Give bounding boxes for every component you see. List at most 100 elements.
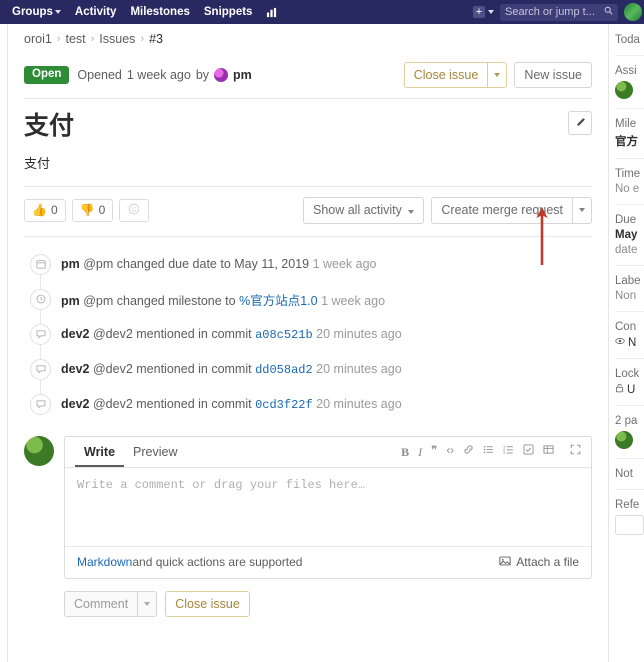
italic-icon[interactable]: I [418,446,422,458]
sidebar-block-time-tracking[interactable]: Time No e [615,168,644,205]
comment-submit-row: Comment Close issue [24,579,592,617]
reaction-thumbsdown[interactable]: 👎 0 [71,198,114,222]
search-input[interactable]: Search or jump t... [500,3,618,21]
author-avatar[interactable] [214,68,229,83]
tab-write[interactable]: Write [75,438,125,467]
markdown-help-link[interactable]: Markdown [77,555,132,569]
sidebar-label-lock: Lock [615,368,640,380]
comment-button[interactable]: Comment [64,590,138,617]
nav-item-snippets[interactable]: Snippets [204,6,253,18]
breadcrumb-item-group[interactable]: oroi1 [24,32,52,46]
quote-icon[interactable]: ❞ [431,445,437,458]
opened-by-label: by [195,68,210,83]
sidebar-block-notifications[interactable]: Not [615,468,644,490]
issue-description: 支付 [24,141,592,188]
activity-handle: @dev2 [92,396,133,411]
nav-item-activity-label: Activity [74,6,117,18]
activity-item: dev2 @dev2 mentioned in commit a08c521b … [24,317,592,352]
code-icon[interactable]: ‹› [446,445,454,458]
assignee-avatar[interactable] [615,81,633,99]
reaction-thumbsup[interactable]: 👍 0 [24,198,66,222]
issue-actions: Close issue New issue [403,62,592,89]
activity-item-text: pm @pm changed due date to May 11, 2019 … [61,257,377,271]
svg-text:3: 3 [503,450,505,455]
reference-input[interactable] [615,515,644,535]
sidebar-block-due-date[interactable]: Due May date [615,214,644,266]
comment-editor: Write Preview B I ❞ ‹› 1 2 3 Write a com… [64,435,592,579]
nav-item-activity[interactable]: Activity [75,6,117,18]
navbar-right: + Search or jump t... [473,0,644,24]
activity-user[interactable]: pm [61,294,80,308]
activity-user[interactable]: dev2 [61,327,90,341]
comment-dropdown-toggle[interactable] [137,590,158,617]
add-reaction-button[interactable] [119,198,150,222]
breadcrumb-separator: › [90,33,95,45]
activity-filter-dropdown[interactable]: Show all activity [302,197,425,224]
sidebar-block-labels[interactable]: Labe Non [615,275,644,312]
tab-preview[interactable]: Preview [124,438,186,467]
new-issue-button[interactable]: New issue [514,62,592,89]
sidebar-block-todo[interactable]: Toda [615,34,644,56]
sidebar-block-confidentiality[interactable]: Con N [615,321,644,359]
participant-avatar[interactable] [615,431,633,449]
link-icon[interactable] [463,444,474,459]
bullet-list-icon[interactable] [483,444,494,459]
activity-feed: pm @pm changed due date to May 11, 2019 … [24,237,592,422]
create-merge-request-group: Create merge request [431,197,592,224]
chart-icon[interactable] [266,7,277,18]
activity-target-milestone-link[interactable]: %官方站点1.0 [239,294,318,308]
edit-issue-button[interactable] [568,111,592,136]
activity-user[interactable]: dev2 [61,362,90,376]
activity-target-commit-link[interactable]: dd058ad2 [255,363,313,377]
sidebar-value-milestone: 官方 [615,136,638,148]
create-merge-request-button[interactable]: Create merge request [431,197,572,224]
table-icon[interactable] [543,444,554,459]
breadcrumb-item-issues[interactable]: Issues [99,32,135,46]
comment-icon [30,323,51,345]
sidebar-label-milestone: Mile [615,118,637,130]
activity-timestamp: 20 minutes ago [316,361,402,376]
attach-file-label: Attach a file [516,555,579,569]
comment-button-group: Comment [64,590,158,617]
navbar-links: Groups Activity Milestones Snippets [0,6,277,18]
activity-target-commit-link[interactable]: 0cd3f22f [255,398,313,412]
activity-item-text: dev2 @dev2 mentioned in commit a08c521b … [61,327,402,342]
image-icon [499,555,511,570]
numbered-list-icon[interactable]: 123 [503,444,514,459]
opened-timestamp: 1 week ago [126,68,191,83]
smiley-icon [128,203,140,217]
close-issue-bottom-button[interactable]: Close issue [165,590,250,617]
sidebar-block-reference[interactable]: Refe [615,499,644,544]
breadcrumb-item-project[interactable]: test [65,32,85,46]
nav-item-milestones[interactable]: Milestones [130,6,189,18]
avatar[interactable] [624,3,642,21]
sidebar-block-lock[interactable]: Lock U [615,368,644,406]
activity-action: changed milestone to [116,293,236,308]
create-merge-request-dropdown-toggle[interactable] [572,197,592,224]
sidebar-block-participants[interactable]: 2 pa [615,415,644,459]
sidebar-value-time-tracking: No e [615,183,640,195]
close-issue-dropdown-toggle[interactable] [487,62,508,89]
task-list-icon[interactable] [523,444,534,459]
activity-user[interactable]: dev2 [61,397,90,411]
activity-item-text: dev2 @dev2 mentioned in commit 0cd3f22f … [61,397,402,412]
new-dropdown[interactable]: + [473,6,494,18]
close-issue-button[interactable]: Close issue [403,62,488,89]
markdown-help-note: and quick actions are supported [132,555,303,569]
attach-file-button[interactable]: Attach a file [499,555,579,570]
activity-user[interactable]: pm [61,257,80,271]
issue-author[interactable]: pm [233,68,252,82]
activity-action: changed due date to [116,257,231,271]
activity-target-commit-link[interactable]: a08c521b [255,328,313,342]
bold-icon[interactable]: B [401,446,409,458]
issue-meta: Opened 1 week ago by pm [77,68,252,83]
comment-input[interactable]: Write a comment or drag your files here… [65,468,591,546]
plus-icon: + [473,6,485,18]
sidebar-block-assignee[interactable]: Assi [615,65,644,109]
activity-action: mentioned in commit [136,361,252,376]
markdown-toolbar: B I ❞ ‹› 123 [401,444,581,459]
nav-item-groups[interactable]: Groups [12,6,61,18]
fullscreen-icon[interactable] [570,444,581,459]
sidebar-block-milestone[interactable]: Mile 官方 [615,118,644,159]
opened-prefix: Opened [77,68,122,83]
